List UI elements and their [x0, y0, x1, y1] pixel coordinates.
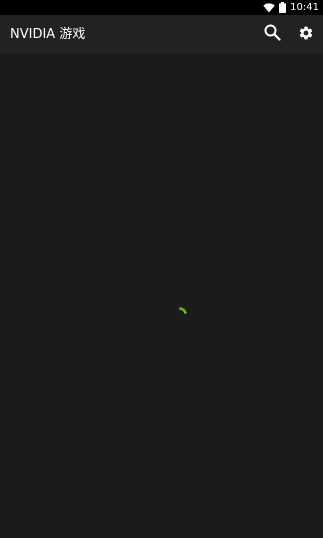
status-time: 10:41 — [290, 2, 319, 13]
main-content — [0, 54, 323, 538]
search-button[interactable] — [255, 15, 289, 54]
app-bar: NVIDIA 游戏 — [0, 15, 323, 54]
search-icon — [264, 24, 281, 45]
wifi-icon — [263, 0, 275, 15]
app-title: NVIDIA 游戏 — [10, 27, 86, 42]
app-screen: 10:41 NVIDIA 游戏 — [0, 0, 323, 538]
loading-spinner-icon — [173, 306, 189, 322]
status-bar: 10:41 — [0, 0, 323, 15]
status-bar-right: 10:41 — [263, 0, 319, 15]
app-bar-actions — [255, 15, 323, 54]
battery-icon — [279, 0, 287, 15]
gear-icon — [298, 25, 314, 45]
settings-button[interactable] — [289, 15, 323, 54]
